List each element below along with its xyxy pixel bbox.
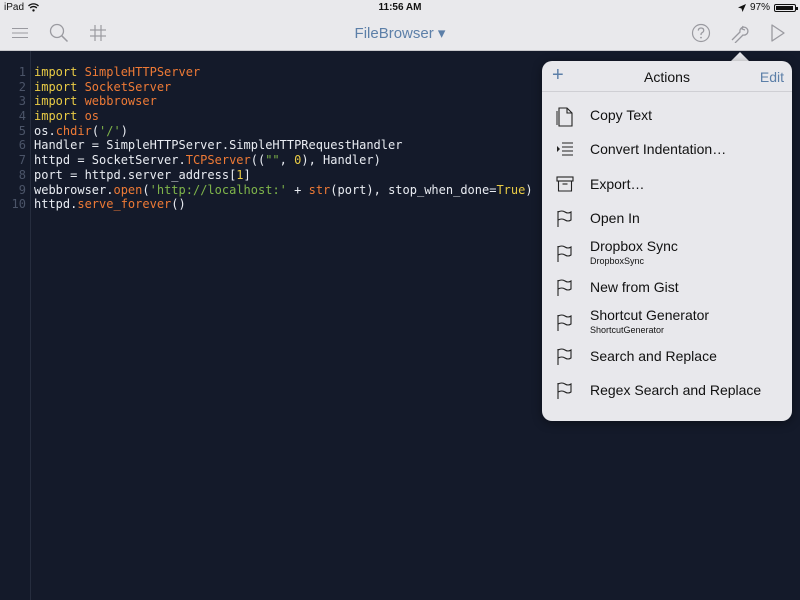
code-token: 'http://localhost:' [149, 182, 287, 197]
code-token: httpd. [34, 197, 78, 212]
code-token: os. [34, 123, 56, 138]
edit-button[interactable]: Edit [760, 69, 784, 85]
action-label: Regex Search and Replace [590, 382, 762, 398]
action-label: New from Gist [590, 279, 679, 295]
code-token: port = httpd.server_address[ [34, 167, 237, 182]
code-token: () [171, 197, 186, 212]
toolbar: FileBrowser ▾ [0, 16, 800, 51]
file-title[interactable]: FileBrowser ▾ [0, 24, 800, 42]
action-label: Open In [590, 210, 640, 226]
status-bar: iPad 11:56 AM 97% [0, 0, 800, 16]
code-token: '/' [99, 123, 121, 138]
line-number: 7 [18, 153, 26, 168]
code-text: httpd = SocketServer.TCPServer(("", 0), … [34, 153, 381, 168]
line-number: 5 [18, 123, 26, 138]
code-token: Handler = SimpleHTTPServer.SimpleHTTPReq… [34, 138, 403, 153]
popover-title: Actions [644, 69, 690, 85]
code-token: import [34, 109, 85, 124]
code-token: ( [142, 182, 150, 197]
flag-icon [556, 382, 574, 400]
code-token: ] [243, 167, 251, 182]
action-item[interactable]: New from Gist [542, 270, 792, 304]
actions-popover: + Actions Edit Copy Text Convert Indentat… [542, 61, 792, 421]
battery-percent: 97% [749, 2, 770, 13]
action-item[interactable]: Shortcut Generator ShortcutGenerator [542, 305, 792, 339]
code-token: str [308, 182, 331, 197]
code-token: ) [525, 182, 533, 197]
code-token: os [84, 109, 100, 124]
code-token: ( [91, 123, 100, 138]
code-token: ) [120, 123, 128, 138]
battery-icon [774, 3, 798, 12]
action-item[interactable]: Search and Replace [542, 339, 792, 373]
action-item[interactable]: Open In [542, 201, 792, 235]
line-number: 10 [11, 197, 26, 212]
code-text: port = httpd.server_address[1] [34, 168, 251, 183]
location-arrow-icon [737, 3, 746, 12]
code-token: import [34, 65, 85, 79]
code-token: httpd = SocketServer. [34, 153, 186, 168]
code-token: , [279, 153, 295, 168]
code-text: import os [34, 109, 99, 124]
action-sublabel: DropboxSync [590, 256, 645, 266]
code-token: SimpleHTTPServer [84, 65, 201, 79]
line-number: 9 [18, 182, 26, 197]
status-time: 11:56 AM [378, 2, 422, 13]
code-token: import [34, 79, 85, 94]
code-token: webbrowser [84, 94, 157, 109]
flag-icon [556, 245, 574, 263]
code-text: Handler = SimpleHTTPServer.SimpleHTTPReq… [34, 138, 402, 153]
code-token: open [113, 182, 143, 197]
action-sublabel: ShortcutGenerator [590, 325, 665, 335]
action-label: Export… [590, 176, 645, 192]
status-right: 97% [737, 2, 798, 13]
code-token: ), Handler) [301, 153, 381, 168]
code-token: (( [250, 153, 266, 168]
action-label: Copy Text [590, 107, 652, 123]
action-item[interactable]: Copy Text [542, 98, 792, 132]
code-token: serve_forever [77, 197, 172, 212]
line-number: 4 [18, 109, 26, 124]
archive-box-icon [556, 176, 574, 194]
line-number: 8 [18, 167, 26, 182]
code-token: chdir [55, 123, 92, 138]
action-item[interactable]: Convert Indentation… [542, 132, 792, 166]
code-token: + [286, 182, 309, 197]
code-token: webbrowser. [34, 182, 114, 197]
line-number: 1 [18, 65, 26, 79]
code-token: SocketServer [84, 79, 172, 94]
document-icon [556, 107, 574, 127]
line-number: 2 [18, 79, 26, 94]
code-token: "" [265, 153, 280, 168]
action-label: Dropbox Sync [590, 238, 678, 254]
code-text: import SimpleHTTPServer [34, 65, 200, 80]
line-number: 6 [18, 138, 26, 153]
run-play-icon[interactable] [767, 22, 789, 44]
action-label: Search and Replace [590, 348, 717, 364]
flag-icon [556, 348, 574, 366]
line-number: 3 [18, 94, 26, 109]
action-item[interactable]: Dropbox Sync DropboxSync [542, 236, 792, 270]
indent-icon [556, 141, 574, 159]
code-token: (port), stop_when_done= [330, 182, 497, 197]
flag-icon [556, 314, 574, 332]
flag-icon [556, 210, 574, 228]
code-text: import webbrowser [34, 94, 157, 109]
popover-header: + Actions Edit [542, 61, 792, 92]
code-token: import [34, 94, 85, 109]
code-text: import SocketServer [34, 80, 171, 95]
code-token: True [496, 182, 526, 197]
flag-icon [556, 279, 574, 297]
wrench-icon[interactable] [728, 22, 750, 44]
action-label: Convert Indentation… [590, 141, 727, 157]
action-item[interactable]: Regex Search and Replace [542, 373, 792, 407]
code-token: TCPServer [185, 153, 251, 168]
action-label: Shortcut Generator [590, 307, 710, 323]
code-text: webbrowser.open('http://localhost:' + st… [34, 183, 533, 198]
help-icon[interactable] [690, 22, 712, 44]
action-item[interactable]: Export… [542, 167, 792, 201]
code-text: os.chdir('/') [34, 124, 128, 139]
code-token: 1 [236, 167, 244, 182]
code-text: httpd.serve_forever() [34, 197, 186, 212]
